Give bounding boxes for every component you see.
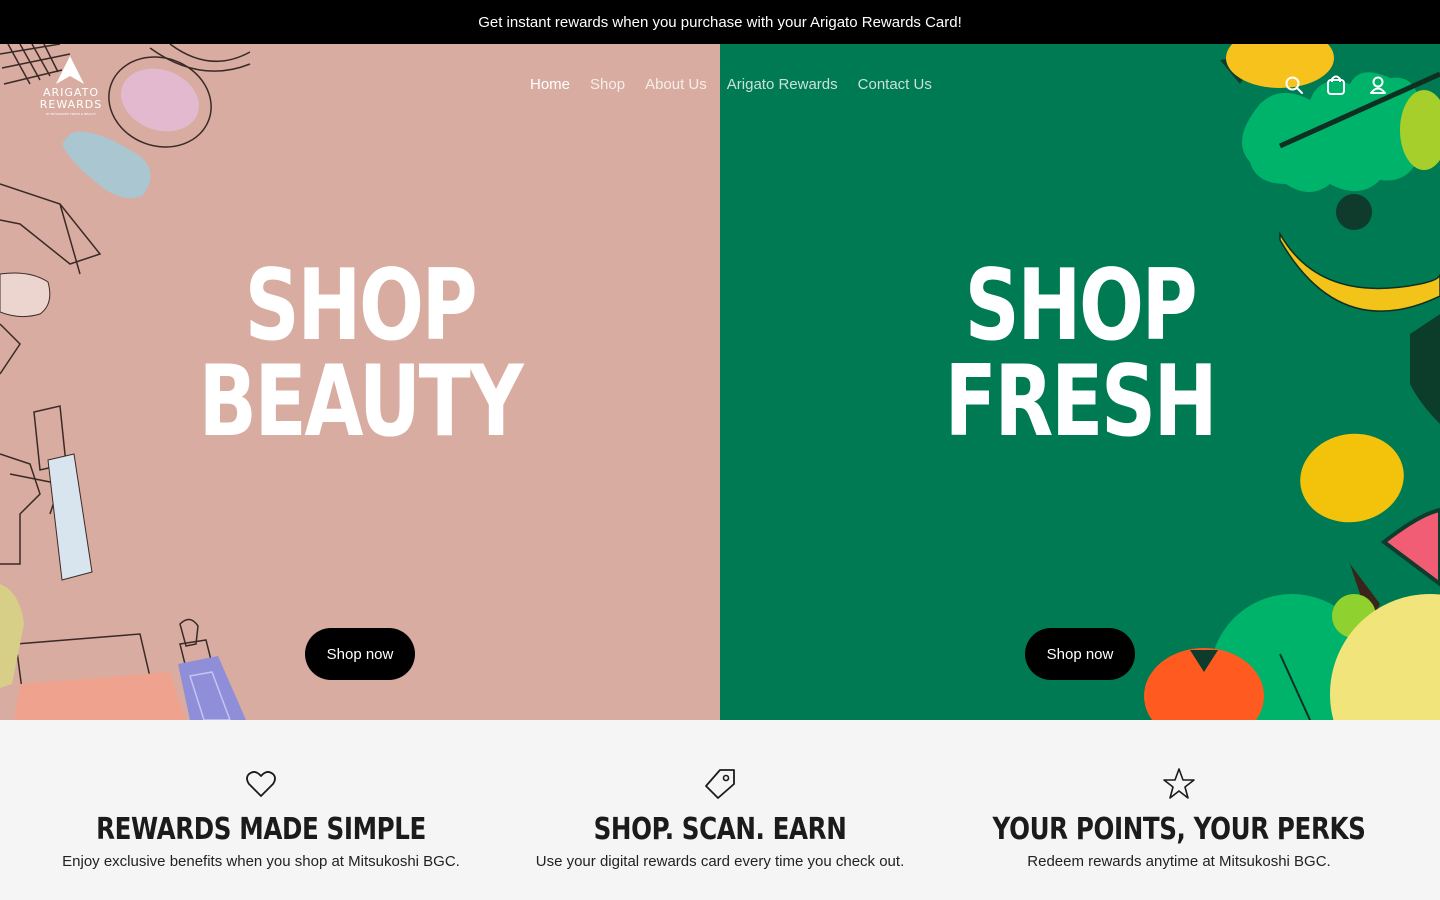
logo-line-2: REWARDS: [40, 98, 103, 111]
nav-home[interactable]: Home: [530, 76, 570, 93]
site-header: ARIGATO REWARDS BY MITSUKOSHI FRESH & BE…: [0, 44, 1440, 124]
tag-icon: [705, 769, 735, 799]
logo-tagline: BY MITSUKOSHI FRESH & BEAUTY: [46, 112, 96, 116]
nav-arigato-rewards[interactable]: Arigato Rewards: [727, 76, 838, 93]
heart-icon: [246, 771, 276, 797]
hero-section: SHOP BEAUTY Shop now SHOP FRESH Shop now: [0, 44, 1440, 720]
feature-title: YOUR POINTS, YOUR PERKS: [992, 812, 1366, 847]
hero-panel-beauty[interactable]: SHOP BEAUTY Shop now: [0, 44, 720, 720]
feature-text: Use your digital rewards card every time…: [535, 853, 905, 870]
feature-title: REWARDS MADE SIMPLE: [96, 812, 426, 847]
nav-shop[interactable]: Shop: [590, 76, 625, 93]
features-section: REWARDS MADE SIMPLE Enjoy exclusive bene…: [0, 720, 1440, 900]
feature-shop-scan-earn: SHOP. SCAN. EARN Use your digital reward…: [480, 720, 960, 870]
header-icons: [1284, 74, 1388, 96]
arigato-rewards-logo[interactable]: ARIGATO REWARDS BY MITSUKOSHI FRESH & BE…: [38, 56, 104, 118]
shop-beauty-button[interactable]: Shop now: [305, 628, 415, 680]
star-icon: [1163, 768, 1195, 799]
cart-icon[interactable]: [1326, 74, 1346, 96]
feature-text: Redeem rewards anytime at Mitsukoshi BGC…: [1027, 853, 1331, 870]
headline-line-2: BEAUTY: [198, 345, 524, 459]
account-icon[interactable]: [1368, 74, 1388, 96]
search-icon[interactable]: [1284, 74, 1304, 96]
hero-headline-fresh: SHOP FRESH: [799, 249, 1361, 459]
feature-rewards: REWARDS MADE SIMPLE Enjoy exclusive bene…: [21, 720, 501, 870]
nav-contact-us[interactable]: Contact Us: [858, 76, 932, 93]
headline-line-1: SHOP: [964, 249, 1198, 363]
nav-about-us[interactable]: About Us: [645, 76, 707, 93]
headline-line-1: SHOP: [244, 249, 478, 363]
shop-fresh-button[interactable]: Shop now: [1025, 628, 1135, 680]
feature-title: SHOP. SCAN. EARN: [593, 812, 847, 847]
headline-line-2: FRESH: [944, 345, 1218, 459]
announcement-text: Get instant rewards when you purchase wi…: [478, 13, 962, 31]
feature-points-perks: YOUR POINTS, YOUR PERKS Redeem rewards a…: [939, 720, 1419, 870]
announcement-bar: Get instant rewards when you purchase wi…: [0, 0, 1440, 44]
hero-headline-beauty: SHOP BEAUTY: [79, 249, 641, 459]
logo-mark-icon: ARIGATO REWARDS BY MITSUKOSHI FRESH & BE…: [40, 56, 103, 116]
hero-panel-fresh[interactable]: SHOP FRESH Shop now: [720, 44, 1440, 720]
feature-text: Enjoy exclusive benefits when you shop a…: [62, 853, 460, 870]
main-nav: Home Shop About Us Arigato Rewards Conta…: [530, 76, 952, 93]
